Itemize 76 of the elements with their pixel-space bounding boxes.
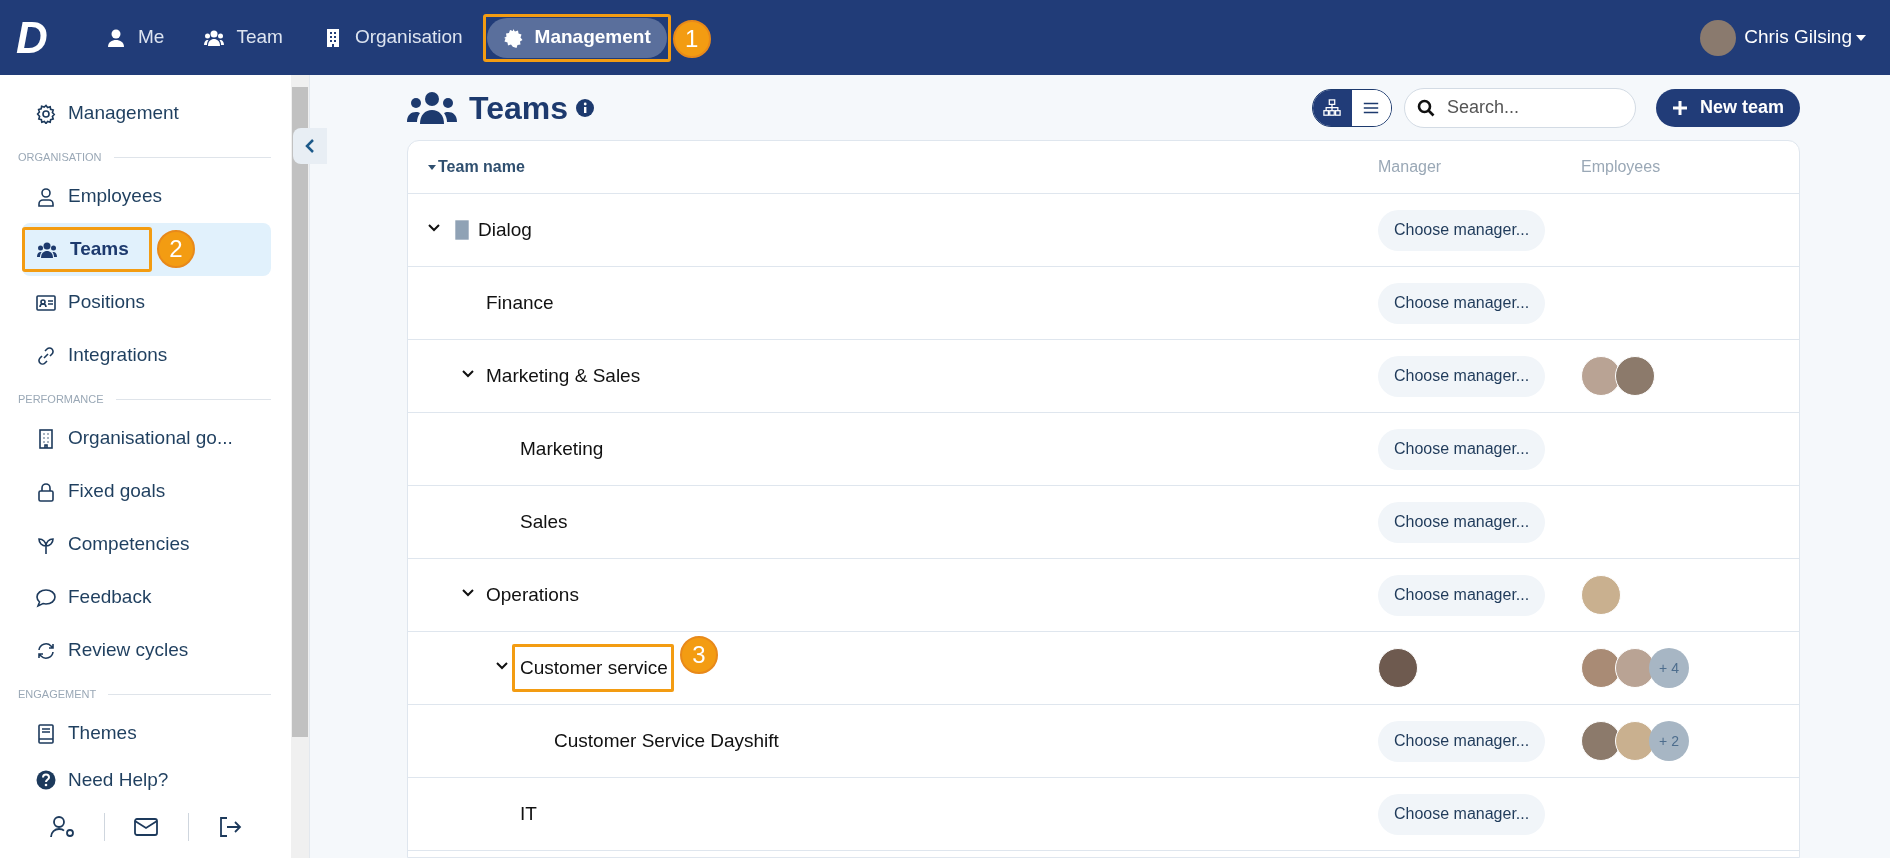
choose-manager-button[interactable]: Choose manager... xyxy=(1378,501,1546,543)
choose-manager-button[interactable]: Choose manager... xyxy=(1378,282,1546,324)
more-count: + 4 xyxy=(1649,648,1689,688)
team-name[interactable]: Dialog xyxy=(478,218,532,240)
person-icon xyxy=(106,27,126,48)
nav-tab[interactable]: Management xyxy=(486,17,667,58)
user-menu[interactable]: Chris Gilsing xyxy=(1744,23,1866,52)
sidebar-item[interactable]: Themes xyxy=(22,707,271,760)
team-name[interactable]: Customer Service Dayshift xyxy=(554,729,779,751)
step-number-badge: 3 xyxy=(679,635,718,674)
sidebar-item[interactable]: Competencies xyxy=(22,518,271,571)
book-icon xyxy=(36,723,56,744)
caret-icon xyxy=(1856,34,1866,41)
settings-icon xyxy=(36,103,56,124)
choose-manager-button[interactable]: Choose manager... xyxy=(1378,428,1546,470)
avatar xyxy=(1615,356,1655,396)
avatar xyxy=(1581,575,1621,615)
sort-caret-icon xyxy=(428,164,436,170)
team-name[interactable]: Sales xyxy=(520,510,568,532)
nav-tab[interactable]: Organisation xyxy=(306,17,479,58)
section-heading: ORGANISATION xyxy=(18,149,102,165)
settings-icon xyxy=(502,27,523,48)
view-toggle-button[interactable] xyxy=(1351,89,1391,126)
choose-manager-button[interactable]: Choose manager... xyxy=(1378,355,1546,397)
person-icon xyxy=(36,186,56,207)
sidebar-item[interactable]: Management xyxy=(22,87,271,140)
logo[interactable]: D xyxy=(16,15,66,60)
section-heading: ENGAGEMENT xyxy=(18,686,97,702)
id-card-icon xyxy=(36,292,56,313)
refresh-icon xyxy=(36,640,56,661)
nav-tab[interactable]: Me xyxy=(90,17,181,58)
nav-tab[interactable]: Team xyxy=(188,17,299,58)
new-team-button[interactable]: New team xyxy=(1655,88,1800,127)
section-heading: PERFORMANCE xyxy=(18,391,104,407)
lock-icon xyxy=(36,481,56,502)
help-icon xyxy=(36,770,56,790)
sidebar-item[interactable]: Need Help? xyxy=(22,760,271,800)
team-name[interactable]: IT xyxy=(520,802,537,824)
choose-manager-button[interactable]: Choose manager... xyxy=(1378,793,1546,835)
step-number-badge: 1 xyxy=(672,19,711,58)
chevron-left-icon xyxy=(305,138,315,154)
search-icon xyxy=(1416,98,1435,117)
sidebar-item[interactable]: Employees xyxy=(22,170,271,223)
team-name[interactable]: Finance xyxy=(486,291,554,313)
search-field[interactable]: Search... xyxy=(1403,87,1636,128)
choose-manager-button[interactable]: Choose manager... xyxy=(1378,209,1546,251)
column-header: Manager xyxy=(1378,157,1443,177)
sidebar-item[interactable]: Integrations xyxy=(22,329,271,382)
people-icon xyxy=(407,90,457,125)
column-header: Employees xyxy=(1581,157,1661,177)
sidebar-item[interactable]: Organisational go... xyxy=(22,412,271,465)
avatar[interactable] xyxy=(1700,19,1737,56)
team-name[interactable]: Marketing & Sales xyxy=(486,364,641,386)
avatar xyxy=(1378,648,1418,688)
plus-icon xyxy=(1671,99,1688,116)
sidebar-item[interactable]: Fixed goals xyxy=(22,465,271,518)
view-toggle-button[interactable] xyxy=(1312,89,1352,126)
hierarchy-icon xyxy=(1323,98,1342,117)
team-name[interactable]: Marketing xyxy=(520,437,604,459)
speech-bubble-icon xyxy=(36,587,56,608)
collapse-sidebar-button[interactable] xyxy=(293,128,327,164)
choose-manager-button[interactable]: Choose manager... xyxy=(1378,574,1546,616)
sidebar-item[interactable]: Feedback xyxy=(22,571,271,624)
team-name[interactable]: Customer service xyxy=(520,656,668,678)
column-header[interactable]: Team name xyxy=(408,155,1378,179)
more-count: + 2 xyxy=(1649,721,1689,761)
logout-icon[interactable] xyxy=(217,816,242,838)
scrollbar[interactable] xyxy=(291,75,309,858)
sidebar-item[interactable]: Positions xyxy=(22,276,271,329)
sidebar-item[interactable]: Review cycles xyxy=(22,624,271,677)
choose-manager-button[interactable]: Choose manager... xyxy=(1378,720,1546,762)
team-name[interactable]: Operations xyxy=(486,583,579,605)
info-icon[interactable] xyxy=(576,98,594,117)
link-icon xyxy=(36,345,56,366)
page-title: Teams xyxy=(469,88,568,128)
mail-icon[interactable] xyxy=(134,818,159,836)
